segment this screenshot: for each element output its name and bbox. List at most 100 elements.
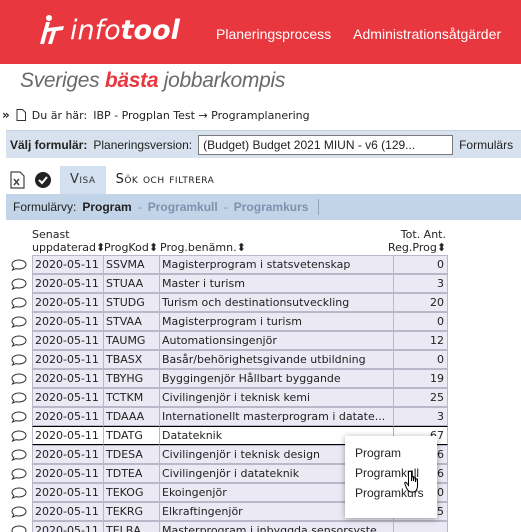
comment-icon[interactable] xyxy=(11,449,27,461)
view-programkurs[interactable]: Programkurs xyxy=(234,200,309,214)
cell-date[interactable]: 2020-05-11 xyxy=(32,388,104,407)
header-updated[interactable]: Senast uppdaterad⬍ xyxy=(32,228,105,254)
cell-name[interactable]: Civilingenjör i teknisk kemi xyxy=(160,388,394,407)
table-row[interactable]: 2020-05-11 TBASX Basår/behörighetsgivande … xyxy=(8,350,448,369)
tab-visa[interactable]: Visa xyxy=(60,166,106,194)
cell-name[interactable]: Basår/behörighetsgivande utbildning xyxy=(160,350,394,369)
cell-date[interactable]: 2020-05-11 xyxy=(32,293,104,312)
breadcrumb: » Du är här: IBP - Progplan Test → Progr… xyxy=(2,108,310,122)
comment-icon[interactable] xyxy=(11,525,27,532)
cell-name[interactable]: Master i turism xyxy=(160,274,394,293)
cell-code[interactable]: TBASX xyxy=(104,350,160,369)
cell-reg[interactable]: 0 xyxy=(394,350,448,369)
table-row[interactable]: 2020-05-11 TCTKM Civilingenjör i teknisk k… xyxy=(8,388,448,407)
comment-icon[interactable] xyxy=(11,468,27,480)
cell-date[interactable]: 2020-05-11 xyxy=(32,255,104,274)
cell-code[interactable]: TBYHG xyxy=(104,369,160,388)
cell-reg[interactable]: 3 xyxy=(394,274,448,293)
cell-code[interactable]: SSVMA xyxy=(104,255,160,274)
cell-name[interactable]: Magisterprogram i statsvetenskap xyxy=(160,255,394,274)
cell-date[interactable]: 2020-05-11 xyxy=(32,483,104,502)
cell-code[interactable]: TDESA xyxy=(104,445,160,464)
table-row[interactable]: 2020-05-11 STUAA Master i turism 3 xyxy=(8,274,448,293)
table-row[interactable]: 2020-05-11 STVAA Magisterprogram i turism 0 xyxy=(8,312,448,331)
sort-arrows-icon: ⬍ xyxy=(436,241,447,254)
table-row[interactable]: 2020-05-11 TBYHG Byggingenjör Hållbart byg… xyxy=(8,369,448,388)
breadcrumb-path[interactable]: IBP - Progplan Test → Programplanering xyxy=(93,109,309,122)
cell-name[interactable]: Automationsingenjör xyxy=(160,331,394,350)
cell-date[interactable]: 2020-05-11 xyxy=(32,274,104,293)
menu-item-programkurs[interactable]: Programkurs xyxy=(345,484,437,504)
cell-date[interactable]: 2020-05-11 xyxy=(32,502,104,521)
cell-code[interactable]: TAUMG xyxy=(104,331,160,350)
nav-administrationsatgarder[interactable]: Administrationsåtgärder xyxy=(353,26,501,42)
cell-date[interactable]: 2020-05-11 xyxy=(32,445,104,464)
cell-code[interactable]: TDAAA xyxy=(104,407,160,426)
double-chevron-icon[interactable]: » xyxy=(2,108,10,122)
comment-icon[interactable] xyxy=(11,373,27,385)
header-reg[interactable]: Tot. Ant. Reg.Prog⬍ xyxy=(388,228,446,254)
cell-date[interactable]: 2020-05-11 xyxy=(32,521,104,532)
comment-icon[interactable] xyxy=(11,392,27,404)
nav-planeringsprocess[interactable]: Planeringsprocess xyxy=(216,26,331,42)
cell-reg[interactable]: 20 xyxy=(394,293,448,312)
table-row[interactable]: 2020-05-11 TDAAA Internationellt masterpro… xyxy=(8,407,448,426)
cell-date[interactable]: 2020-05-11 xyxy=(32,331,104,350)
cell-date[interactable]: 2020-05-11 xyxy=(32,312,104,331)
table-row[interactable]: 2020-05-11 TELBA Masterprogram i inbyggda … xyxy=(8,521,448,532)
table-row[interactable]: 2020-05-11 STUDG Turism och destinationsut… xyxy=(8,293,448,312)
comment-icon[interactable] xyxy=(11,297,27,309)
cell-code[interactable]: STUAA xyxy=(104,274,160,293)
logo-text: infotool xyxy=(70,14,180,46)
cell-name[interactable]: Byggingenjör Hållbart byggande xyxy=(160,369,394,388)
cell-reg[interactable]: 0 xyxy=(394,312,448,331)
cell-code[interactable]: STVAA xyxy=(104,312,160,331)
cell-name[interactable]: Internationellt masterprogram i datate..… xyxy=(160,407,394,426)
version-select[interactable]: (Budget) Budget 2021 MIUN - v6 (129... xyxy=(198,134,454,155)
comment-icon[interactable] xyxy=(11,487,27,499)
cell-name[interactable]: Masterprogram i inbyggda sensorsyste... xyxy=(160,521,394,532)
cell-code[interactable]: TELBA xyxy=(104,521,160,532)
comment-icon[interactable] xyxy=(11,259,27,271)
cell-code[interactable]: TDTEA xyxy=(104,464,160,483)
cell-code[interactable]: TEKOG xyxy=(104,483,160,502)
cell-date[interactable]: 2020-05-11 xyxy=(32,407,104,426)
comment-icon[interactable] xyxy=(11,316,27,328)
comment-icon[interactable] xyxy=(11,278,27,290)
cell-reg[interactable]: 3 xyxy=(394,407,448,426)
header-name[interactable]: Prog.benämn.⬍ xyxy=(160,241,246,254)
infotool-logo[interactable]: infotool xyxy=(36,14,180,46)
cell-code[interactable]: TEKRG xyxy=(104,502,160,521)
comment-icon[interactable] xyxy=(11,335,27,347)
comment-icon[interactable] xyxy=(11,430,27,442)
table-row[interactable]: 2020-05-11 SSVMA Magisterprogram i statsve… xyxy=(8,255,448,274)
cell-name[interactable]: Magisterprogram i turism xyxy=(160,312,394,331)
cell-code[interactable]: STUDG xyxy=(104,293,160,312)
cell-reg[interactable]: 0 xyxy=(394,255,448,274)
header-code[interactable]: ProgKod⬍ xyxy=(104,241,158,254)
menu-item-programkull[interactable]: Programkull xyxy=(345,464,437,484)
comment-icon[interactable] xyxy=(11,506,27,518)
cell-date[interactable]: 2020-05-11 xyxy=(32,350,104,369)
cell-reg[interactable] xyxy=(394,521,448,532)
cell-date[interactable]: 2020-05-11 xyxy=(32,464,104,483)
view-program[interactable]: Program xyxy=(82,200,131,214)
excel-export-icon[interactable] xyxy=(8,171,26,189)
cell-reg[interactable]: 25 xyxy=(394,388,448,407)
cell-reg[interactable]: 12 xyxy=(394,331,448,350)
context-menu: Program Programkull Programkurs xyxy=(345,436,437,518)
comment-icon[interactable] xyxy=(11,411,27,423)
cell-date[interactable]: 2020-05-11 xyxy=(32,426,104,445)
slogan: Sveriges bästa jobbarkompis xyxy=(20,69,286,92)
cell-reg[interactable]: 19 xyxy=(394,369,448,388)
cell-date[interactable]: 2020-05-11 xyxy=(32,369,104,388)
comment-icon[interactable] xyxy=(11,354,27,366)
check-circle-icon[interactable] xyxy=(34,171,52,189)
cell-code[interactable]: TCTKM xyxy=(104,388,160,407)
view-programkull[interactable]: Programkull xyxy=(148,200,218,214)
cell-code[interactable]: TDATG xyxy=(104,426,160,445)
menu-item-program[interactable]: Program xyxy=(345,444,437,464)
tab-sok-och-filtrera[interactable]: Sök och filtrera xyxy=(106,166,225,194)
cell-name[interactable]: Turism och destinationsutveckling xyxy=(160,293,394,312)
table-row[interactable]: 2020-05-11 TAUMG Automationsingenjör 12 xyxy=(8,331,448,350)
